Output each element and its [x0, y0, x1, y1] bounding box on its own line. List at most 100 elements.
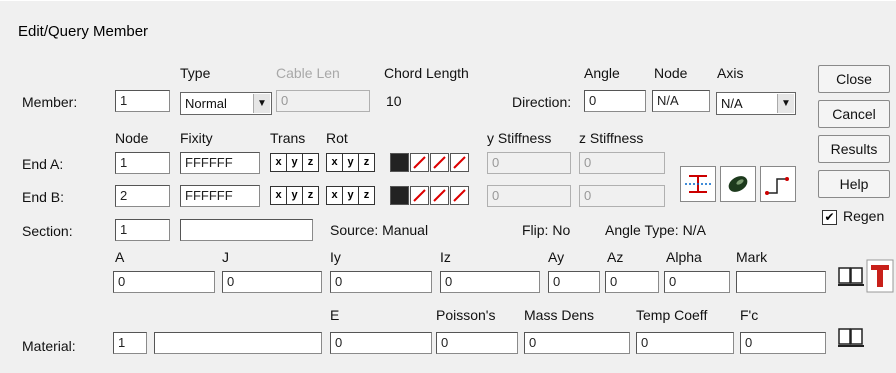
section-source: Source: Manual: [330, 222, 429, 238]
direction-angle-field[interactable]: 0: [584, 90, 646, 112]
end-b-z-stiffness-field[interactable]: 0: [579, 185, 665, 207]
section-name-field[interactable]: [180, 219, 313, 241]
axis-value: N/A: [721, 96, 743, 111]
end-b-spring-y-icon[interactable]: [430, 186, 449, 205]
prop-alpha-field[interactable]: 0: [664, 271, 730, 293]
end-b-trans-z-toggle[interactable]: z: [302, 186, 319, 205]
help-button[interactable]: Help: [818, 170, 890, 198]
section-angle-type: Angle Type: N/A: [605, 222, 706, 238]
member-id-field[interactable]: 1: [115, 90, 170, 112]
mat-mass-dens-header: Mass Dens: [524, 307, 595, 323]
mat-fc-field[interactable]: 0: [740, 332, 826, 354]
end-a-spring-z-icon[interactable]: [450, 153, 469, 172]
regen-checkbox[interactable]: ✔: [822, 210, 837, 225]
section-flip: Flip: No: [522, 222, 571, 238]
section-label: Section:: [22, 223, 73, 239]
direction-node-field[interactable]: N/A: [652, 90, 710, 112]
close-button[interactable]: Close: [818, 65, 890, 93]
prop-ay-header: Ay: [548, 249, 565, 265]
cancel-button[interactable]: Cancel: [818, 100, 890, 128]
end-a-trans-z-toggle[interactable]: z: [302, 153, 319, 172]
prop-az-field[interactable]: 0: [605, 271, 659, 293]
member-type-select[interactable]: Normal ▼: [180, 92, 272, 115]
end-a-trans-x-toggle[interactable]: x: [270, 153, 287, 172]
axis-select[interactable]: N/A ▼: [716, 92, 796, 115]
end-b-fixity-field[interactable]: FFFFFF: [180, 185, 260, 207]
section-table-icon[interactable]: [866, 259, 894, 293]
results-button[interactable]: Results: [818, 135, 890, 163]
end-a-fixity-field[interactable]: FFFFFF: [180, 152, 260, 174]
trans-header: Trans: [270, 130, 306, 146]
end-b-trans-y-toggle[interactable]: y: [286, 186, 303, 205]
end-b-release-icon[interactable]: [390, 186, 409, 205]
prop-az-header: Az: [607, 249, 624, 265]
section-id-field[interactable]: 1: [115, 219, 170, 241]
end-b-node-field[interactable]: 2: [115, 185, 170, 207]
chord-length-value: 10: [386, 93, 402, 109]
prop-mark-header: Mark: [736, 249, 768, 265]
mat-poisson-field[interactable]: 0: [436, 332, 518, 354]
end-a-rot-x-toggle[interactable]: x: [326, 153, 343, 172]
prop-a-field[interactable]: 0: [113, 271, 215, 293]
mat-temp-coeff-field[interactable]: 0: [636, 332, 734, 354]
angle-header: Angle: [584, 65, 620, 81]
end-a-spring-x-icon[interactable]: [410, 153, 429, 172]
end-a-release-icon[interactable]: [390, 153, 409, 172]
regen-label: Regen: [843, 208, 885, 224]
chevron-down-icon: ▼: [777, 94, 794, 113]
offset-icon[interactable]: [760, 166, 796, 202]
prop-j-field[interactable]: 0: [222, 271, 322, 293]
end-b-rot-x-toggle[interactable]: x: [326, 186, 343, 205]
end-b-spring-z-icon[interactable]: [450, 186, 469, 205]
member-type-value: Normal: [185, 96, 227, 111]
mat-e-field[interactable]: 0: [330, 332, 432, 354]
mat-poisson-header: Poisson's: [436, 307, 496, 323]
edit-query-member-dialog: Edit/Query Member Type Cable Len Chord L…: [0, 0, 896, 373]
chevron-down-icon: ▼: [253, 94, 270, 113]
rot-header: Rot: [326, 130, 348, 146]
dialog-title: Edit/Query Member: [18, 23, 149, 40]
end-a-spring-y-icon[interactable]: [430, 153, 449, 172]
fixity-header: Fixity: [180, 130, 213, 146]
mat-e-header: E: [330, 307, 340, 323]
member-label: Member:: [22, 94, 78, 110]
end-b-rot-y-toggle[interactable]: y: [342, 186, 359, 205]
mat-temp-coeff-header: Temp Coeff: [636, 307, 708, 323]
cable-len-field[interactable]: 0: [276, 90, 370, 112]
end-b-y-stiffness-field[interactable]: 0: [487, 185, 571, 207]
section-shape-icon[interactable]: [680, 166, 716, 202]
material-id-field[interactable]: 1: [113, 332, 147, 354]
mat-fc-header: F'c: [740, 307, 759, 323]
type-header: Type: [180, 65, 211, 81]
prop-mark-field[interactable]: [736, 271, 826, 293]
end-b-spring-x-icon[interactable]: [410, 186, 429, 205]
end-a-node-field[interactable]: 1: [115, 152, 170, 174]
end-a-z-stiffness-field[interactable]: 0: [579, 152, 665, 174]
end-a-rot-y-toggle[interactable]: y: [342, 153, 359, 172]
prop-j-header: J: [222, 249, 229, 265]
end-a-trans-y-toggle[interactable]: y: [286, 153, 303, 172]
chord-length-header: Chord Length: [384, 65, 469, 81]
material-label: Material:: [22, 338, 76, 354]
prop-iz-header: Iz: [440, 249, 451, 265]
prop-iy-field[interactable]: 0: [330, 271, 432, 293]
prop-iy-header: Iy: [330, 249, 341, 265]
end-a-rot-z-toggle[interactable]: z: [358, 153, 375, 172]
axis-header: Axis: [717, 65, 744, 81]
prop-alpha-header: Alpha: [666, 249, 702, 265]
material-name-field[interactable]: [154, 332, 322, 354]
z-stiffness-header: z Stiffness: [579, 130, 644, 146]
end-b-rot-z-toggle[interactable]: z: [358, 186, 375, 205]
end-a-y-stiffness-field[interactable]: 0: [487, 152, 571, 174]
y-stiffness-header: y Stiffness: [487, 130, 552, 146]
material-library-icon[interactable]: [836, 325, 866, 351]
prop-ay-field[interactable]: 0: [548, 271, 600, 293]
node-col-header: Node: [115, 130, 149, 146]
section-library-icon[interactable]: [836, 264, 866, 290]
mat-mass-dens-field[interactable]: 0: [524, 332, 630, 354]
end-b-trans-x-toggle[interactable]: x: [270, 186, 287, 205]
prop-iz-field[interactable]: 0: [440, 271, 540, 293]
render-shape-icon[interactable]: [720, 166, 756, 202]
end-b-label: End B:: [22, 189, 65, 205]
cable-len-header: Cable Len: [276, 65, 340, 81]
